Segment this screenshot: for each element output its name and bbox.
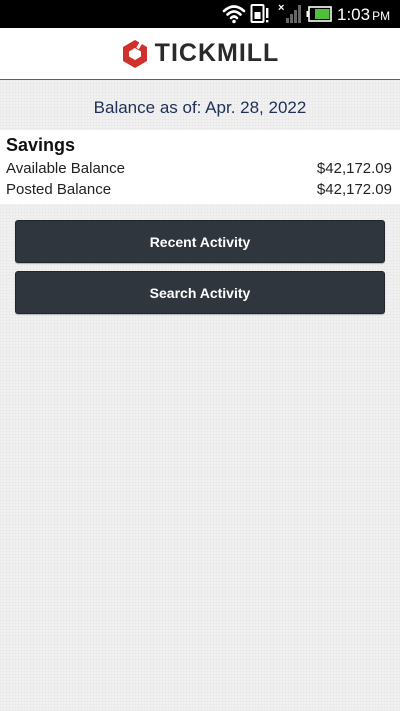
cell-signal-icon: × (278, 2, 301, 23)
app-header: TICKMILL (0, 28, 400, 80)
brand-logo: TICKMILL (121, 39, 280, 69)
balance-row-available: Available Balance $42,172.09 (6, 158, 392, 178)
balance-label: Posted Balance (6, 180, 112, 198)
battery-icon (306, 6, 332, 22)
balance-label: Available Balance (6, 159, 125, 177)
tickmill-logo-icon (122, 39, 147, 68)
svg-text:×: × (278, 2, 284, 14)
wifi-icon (222, 5, 246, 24)
status-time-ampm: PM (372, 9, 391, 23)
sim-alert-icon (250, 4, 269, 23)
status-time-value: 1:03 (337, 5, 371, 24)
status-time: 1:03 PM (337, 5, 390, 25)
balance-value: $42,172.09 (316, 159, 392, 177)
brand-name: TICKMILL (154, 39, 280, 67)
recent-activity-button[interactable]: Recent Activity (15, 220, 385, 263)
balance-date: Balance as of: Apr. 28, 2022 (93, 98, 307, 117)
balance-value: $42,172.09 (316, 180, 392, 198)
account-name: Savings (6, 135, 76, 155)
status-bar: × 1:03 PM (0, 0, 400, 28)
search-activity-button[interactable]: Search Activity (15, 271, 385, 314)
account-card: Savings Available Balance $42,172.09 Pos… (0, 130, 400, 204)
balance-row-posted: Posted Balance $42,172.09 (6, 179, 392, 199)
